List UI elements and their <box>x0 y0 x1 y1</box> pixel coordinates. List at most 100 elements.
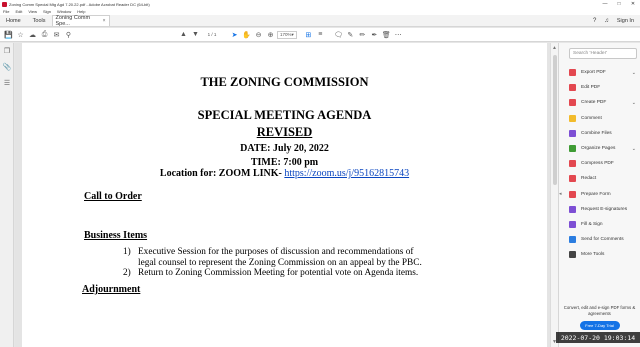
tools-list: Export PDF ⌄ Edit PDF Create PDF ⌄ Comment Com… <box>569 65 639 262</box>
tool-icon <box>569 190 576 198</box>
tool-icon <box>569 99 576 107</box>
free-trial-button[interactable]: Free 7-Day Trial <box>579 321 620 330</box>
zoom-in-icon[interactable]: ⊕ <box>265 29 276 40</box>
agenda-item-number: 1) <box>123 247 131 257</box>
meeting-time: TIME: 7:00 pm <box>250 157 319 168</box>
next-page-icon[interactable]: ▼ <box>190 29 201 40</box>
agenda-item: 1) Executive Session for the purposes of … <box>123 247 428 269</box>
meeting-location: Location for: ZOOM LINK- https://zoom.us… <box>22 168 547 179</box>
zoom-level-dropdown[interactable]: 170% ▾ <box>277 30 297 39</box>
tool-combine-files[interactable]: Combine Files <box>569 126 639 141</box>
tool-create-pdf[interactable]: Create PDF ⌄ <box>569 95 639 110</box>
tab-home[interactable]: Home <box>0 15 27 26</box>
meeting-date: DATE: July 20, 2022 <box>240 143 329 154</box>
tab-document-label: Zoning Comm Spe... <box>55 15 91 27</box>
tool-edit-pdf[interactable]: Edit PDF <box>569 80 639 95</box>
maximize-button[interactable]: □ <box>612 0 626 8</box>
menu-file[interactable]: File <box>3 9 9 14</box>
pen-icon[interactable]: ✎ <box>345 29 356 40</box>
tool-icon <box>569 175 576 183</box>
promo-box: Convert, edit and e-sign PDF forms & agr… <box>559 305 640 330</box>
page-thumbnails-icon[interactable]: ❐ <box>0 43 14 59</box>
tool-comment[interactable]: Comment <box>569 111 639 126</box>
scrollbar-thumb[interactable] <box>553 55 557 185</box>
tools-search-input[interactable]: Search 'Header' <box>569 48 637 59</box>
acrobat-window: Zoning Comm Special Mtg Agd 7.20.22.pdf … <box>0 0 640 347</box>
menu-help[interactable]: Help <box>77 9 85 14</box>
tool-label: Comment <box>581 115 602 121</box>
chevron-down-icon[interactable]: ⌄ <box>632 146 636 152</box>
tool-redact[interactable]: Redact <box>569 171 639 186</box>
tool-compress-pdf[interactable]: Compress PDF <box>569 156 639 171</box>
pdf-page: THE ZONING COMMISSION SPECIAL MEETING AG… <box>22 43 547 347</box>
upload-cloud-icon[interactable]: ☁ <box>27 29 38 40</box>
highlight-icon[interactable]: ✏ <box>357 29 368 40</box>
search-icon[interactable]: ⚲ <box>63 29 74 40</box>
more-options-icon[interactable]: ⋯ <box>393 29 404 40</box>
menu-edit[interactable]: Edit <box>15 9 22 14</box>
attachments-icon[interactable]: 📎 <box>0 59 14 75</box>
scroll-mode-icon[interactable]: ≡ <box>315 29 326 40</box>
tab-tools[interactable]: Tools <box>27 15 52 26</box>
tool-fill-sign[interactable]: Fill & Sign <box>569 217 639 232</box>
menu-bar: File Edit View Sign Window Help <box>0 8 640 15</box>
close-tab-icon[interactable]: × <box>103 18 106 24</box>
vertical-scrollbar[interactable]: ▲ ▼ <box>550 43 558 347</box>
tool-icon <box>569 220 576 228</box>
hand-tool-icon[interactable]: ✋ <box>241 29 252 40</box>
tool-icon <box>569 145 576 153</box>
document-viewport[interactable]: THE ZONING COMMISSION SPECIAL MEETING AG… <box>15 43 550 347</box>
tool-request-e-signatures[interactable]: Request E-signatures <box>569 202 639 217</box>
print-icon[interactable]: ⎙ <box>39 29 50 40</box>
agenda-item-number: 2) <box>123 268 131 278</box>
save-icon[interactable]: 💾 <box>3 29 14 40</box>
document-subheading: SPECIAL MEETING AGENDA <box>197 108 372 122</box>
document-heading: THE ZONING COMMISSION <box>200 75 369 89</box>
menu-sign[interactable]: Sign <box>43 9 51 14</box>
collapse-right-pane-icon[interactable]: ◂ <box>559 191 562 197</box>
zoom-out-icon[interactable]: ⊖ <box>253 29 264 40</box>
minimize-button[interactable]: — <box>598 0 612 8</box>
tool-organize-pages[interactable]: Organize Pages ⌄ <box>569 141 639 156</box>
tab-document[interactable]: Zoning Comm Spe... × <box>51 15 110 27</box>
tool-icon <box>569 129 576 137</box>
close-window-button[interactable]: ✕ <box>626 0 640 8</box>
tool-icon <box>569 84 576 92</box>
adjournment-heading: Adjournment <box>82 284 141 295</box>
notifications-icon[interactable]: ♫ <box>604 18 609 24</box>
tool-icon <box>569 160 576 168</box>
tool-icon <box>569 251 576 259</box>
help-icon[interactable]: ? <box>593 18 596 24</box>
previous-page-icon[interactable]: ▲ <box>178 29 189 40</box>
chevron-down-icon[interactable]: ⌄ <box>632 70 636 76</box>
tool-export-pdf[interactable]: Export PDF ⌄ <box>569 65 639 80</box>
tool-label: Compress PDF <box>581 161 614 167</box>
chevron-down-icon[interactable]: ⌄ <box>632 100 636 106</box>
tool-prepare-form[interactable]: Prepare Form <box>569 187 639 202</box>
comment-icon[interactable]: 🗨 <box>333 29 344 40</box>
bookmark-star-icon[interactable]: ☆ <box>15 29 26 40</box>
zoom-link[interactable]: https://zoom.us/j/95162815743 <box>284 168 409 179</box>
zoom-level: 170% <box>280 32 292 37</box>
tool-label: Fill & Sign <box>581 221 603 227</box>
window-controls: — □ ✕ <box>598 0 640 8</box>
sign-icon[interactable]: ✒ <box>369 29 380 40</box>
page-number-field[interactable]: 1 / 1 <box>202 32 222 37</box>
select-cursor-icon[interactable]: ➤ <box>229 29 240 40</box>
tool-icon <box>569 69 576 77</box>
fit-page-icon[interactable]: ⊞ <box>303 29 314 40</box>
email-icon[interactable]: ✉ <box>51 29 62 40</box>
tool-more-tools[interactable]: More Tools <box>569 247 639 262</box>
delete-icon[interactable]: 🗑 <box>381 29 392 40</box>
tool-send-for-comments[interactable]: Send for Comments <box>569 232 639 247</box>
tool-label: More Tools <box>581 252 605 258</box>
tool-icon <box>569 236 576 244</box>
layers-icon[interactable]: ☰ <box>0 75 14 91</box>
menu-view[interactable]: View <box>28 9 37 14</box>
tool-label: Request E-signatures <box>581 206 628 212</box>
tool-label: Combine Files <box>581 130 612 136</box>
menu-window[interactable]: Window <box>57 9 71 14</box>
tools-pane: ◂ Search 'Header' Export PDF ⌄ Edit PDF Cre… <box>558 43 640 347</box>
scroll-up-icon[interactable]: ▲ <box>552 45 557 51</box>
sign-in-button[interactable]: Sign In <box>617 18 634 24</box>
